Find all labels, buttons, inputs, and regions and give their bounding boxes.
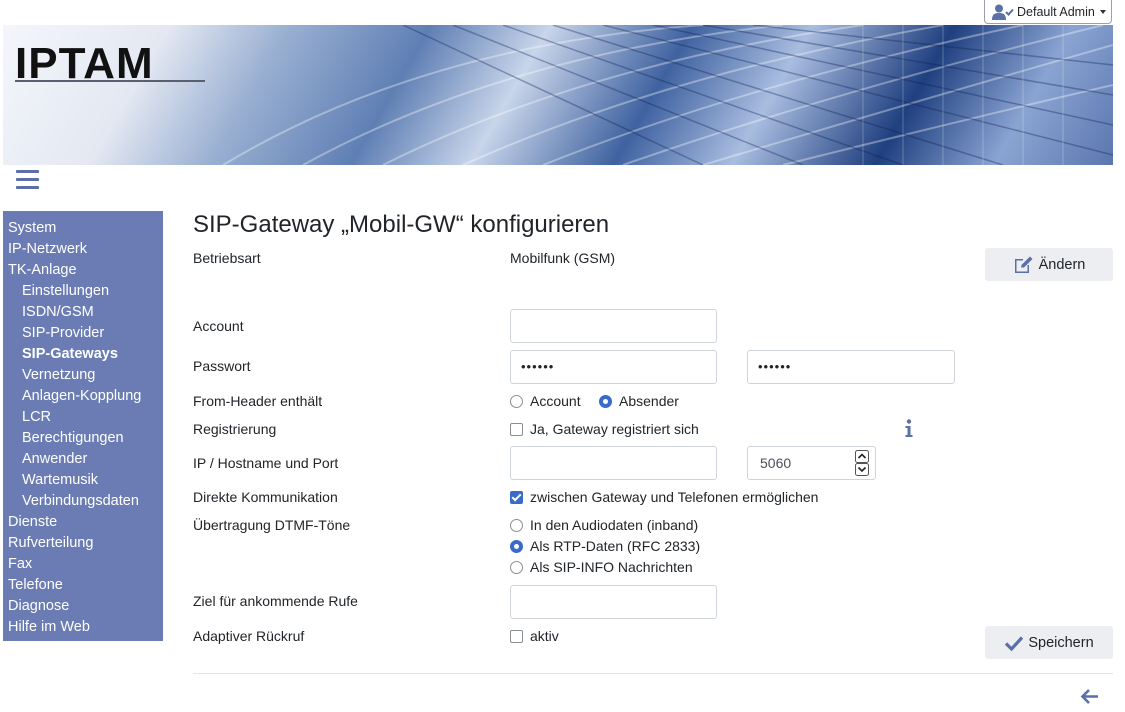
sidebar-item-verbindungsdaten[interactable]: Verbindungsdaten (3, 491, 163, 512)
radio-absender[interactable] (599, 394, 612, 408)
ziel-input[interactable] (510, 585, 717, 619)
sidebar-item-diagnose[interactable]: Diagnose (3, 596, 163, 617)
sidebar-item-isdn-gsm[interactable]: ISDN/GSM (3, 302, 163, 323)
dtmf-option-sip-info[interactable]: Als SIP-INFO Nachrichten (510, 559, 693, 575)
sidebar-item-wartemusik[interactable]: Wartemusik (3, 470, 163, 491)
header-banner: IPTAM (3, 25, 1113, 165)
sidebar-item-anwender[interactable]: Anwender (3, 449, 163, 470)
password-label: Passwort (193, 358, 251, 374)
password-input[interactable]: •••••• (510, 350, 717, 384)
direkt-option[interactable]: zwischen Gateway und Telefonen ermöglich… (510, 489, 818, 505)
sidebar-item-vernetzung[interactable]: Vernetzung (3, 365, 163, 386)
account-label: Account (193, 318, 244, 334)
betriebsart-label: Betriebsart (193, 250, 261, 266)
sidebar-item-sip-provider[interactable]: SIP-Provider (3, 323, 163, 344)
dtmf-option-inband[interactable]: In den Audiodaten (inband) (510, 517, 698, 533)
host-label: IP / Hostname und Port (193, 455, 339, 471)
ziel-label: Ziel für ankommende Rufe (193, 593, 358, 609)
sidebar-item-ip-netzwerk[interactable]: IP-Netzwerk (3, 239, 163, 260)
sidebar-item-sip-gateways[interactable]: SIP-Gateways (3, 344, 163, 365)
sidebar-item-hilfe-im-web[interactable]: Hilfe im Web (3, 617, 163, 638)
radio-sip-info[interactable] (510, 560, 523, 574)
checkbox-label: zwischen Gateway und Telefonen ermöglich… (530, 489, 819, 505)
user-menu-button[interactable]: Default Admin (984, 0, 1112, 24)
rueckruf-option[interactable]: aktiv (510, 628, 559, 644)
sidebar-item-lcr[interactable]: LCR (3, 407, 163, 428)
from-header-option-account[interactable]: Account (510, 393, 581, 409)
spinner-arrows-icon[interactable] (855, 450, 869, 476)
menu-toggle-icon[interactable] (16, 170, 39, 192)
radio-account[interactable] (510, 394, 523, 408)
edit-icon (1014, 256, 1033, 273)
save-button[interactable]: Speichern (985, 626, 1113, 659)
banner-grid-image (222, 25, 1113, 165)
option-label: In den Audiodaten (inband) (530, 517, 699, 533)
save-button-label: Speichern (1028, 634, 1094, 651)
checkbox-label: aktiv (530, 628, 559, 644)
dtmf-label: Übertragung DTMF-Töne (193, 517, 351, 533)
direkt-checkbox[interactable] (510, 490, 523, 504)
sidebar-item-anlagen-kopplung[interactable]: Anlagen-Kopplung (3, 386, 163, 407)
from-header-option-absender[interactable]: Absender (599, 393, 679, 409)
divider (193, 673, 1113, 674)
sidebar-item-tk-anlage[interactable]: TK-Anlage (3, 260, 163, 281)
host-input[interactable] (510, 446, 717, 480)
registrierung-option[interactable]: Ja, Gateway registriert sich (510, 421, 699, 437)
sidebar-item-system[interactable]: System (3, 218, 163, 239)
back-arrow-icon[interactable] (1080, 688, 1099, 705)
radio-rtp[interactable] (510, 539, 523, 553)
page-title: SIP-Gateway „Mobil-GW“ konfigurieren (193, 211, 610, 238)
edit-button[interactable]: Ändern (985, 248, 1113, 281)
password-confirm-input[interactable]: •••••• (747, 350, 955, 384)
radio-inband[interactable] (510, 518, 523, 532)
registrierung-label: Registrierung (193, 421, 277, 437)
rueckruf-label: Adaptiver Rückruf (193, 628, 305, 644)
from-header-label: From-Header enthält (193, 393, 323, 409)
port-stepper[interactable]: 5060 (747, 446, 876, 480)
betriebsart-value: Mobilfunk (GSM) (510, 250, 616, 266)
info-icon[interactable] (904, 419, 914, 438)
direkt-label: Direkte Kommunikation (193, 489, 338, 505)
option-label: Absender (619, 393, 679, 409)
sidebar-item-berechtigungen[interactable]: Berechtigungen (3, 428, 163, 449)
sidebar-item-rufverteilung[interactable]: Rufverteilung (3, 533, 163, 554)
dtmf-option-rtp[interactable]: Als RTP-Daten (RFC 2833) (510, 538, 700, 554)
option-label: Als SIP-INFO Nachrichten (530, 559, 693, 575)
registrierung-checkbox[interactable] (510, 422, 523, 436)
user-check-icon (992, 4, 1014, 20)
check-icon (1005, 635, 1024, 651)
port-value: 5060 (760, 455, 792, 471)
sidebar: System IP-Netzwerk TK-Anlage Einstellung… (3, 211, 163, 641)
sidebar-item-einstellungen[interactable]: Einstellungen (3, 281, 163, 302)
sidebar-item-dienste[interactable]: Dienste (3, 512, 163, 533)
account-input[interactable] (510, 309, 717, 343)
sidebar-item-fax[interactable]: Fax (3, 554, 163, 575)
caret-down-icon (1099, 9, 1106, 14)
logo-underline (15, 80, 205, 82)
sidebar-item-telefone[interactable]: Telefone (3, 575, 163, 596)
edit-button-label: Ändern (1038, 256, 1086, 273)
option-label: Als RTP-Daten (RFC 2833) (530, 538, 701, 554)
user-name: Default Admin (1017, 4, 1095, 19)
rueckruf-checkbox[interactable] (510, 629, 523, 643)
checkbox-label: Ja, Gateway registriert sich (530, 421, 699, 437)
option-label: Account (530, 393, 581, 409)
